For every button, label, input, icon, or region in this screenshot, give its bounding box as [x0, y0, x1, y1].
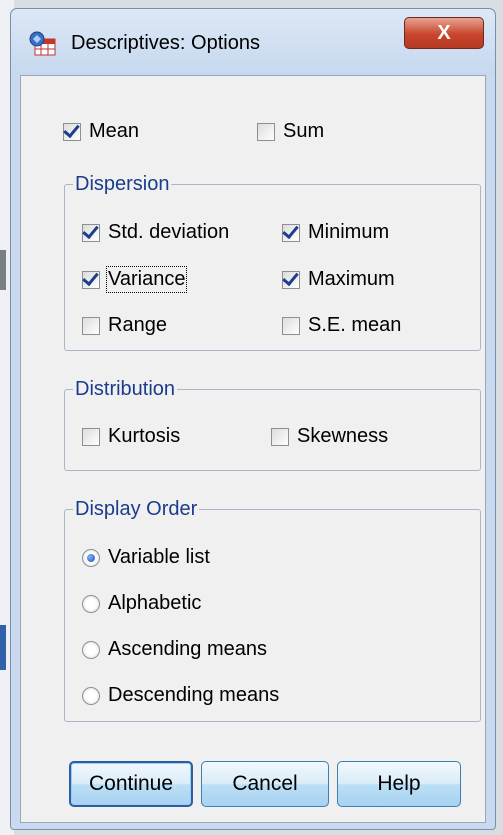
variable-list-label: Variable list: [108, 546, 210, 568]
checkbox-icon: [82, 270, 100, 289]
checkbox-icon: [257, 122, 275, 141]
minimum-checkbox[interactable]: Minimum: [282, 221, 389, 244]
std-deviation-checkbox[interactable]: Std. deviation: [82, 221, 229, 244]
help-button[interactable]: Help: [337, 761, 461, 807]
checkbox-icon: [82, 427, 100, 446]
background-mark: [0, 625, 6, 670]
spss-app-icon: [29, 31, 56, 56]
alphabetic-label: Alphabetic: [108, 592, 202, 614]
ascending-means-label: Ascending means: [108, 638, 267, 660]
checkbox-icon: [282, 270, 300, 289]
variance-checkbox[interactable]: Variance: [82, 266, 188, 293]
kurtosis-checkbox[interactable]: Kurtosis: [82, 425, 180, 448]
options-dialog: Descriptives: Options X Mean Sum Dispers…: [10, 8, 496, 830]
mean-checkbox[interactable]: Mean: [63, 120, 139, 143]
dispersion-title: Dispersion: [73, 173, 172, 196]
window-title: Descriptives: Options: [71, 32, 260, 54]
maximum-checkbox[interactable]: Maximum: [282, 268, 395, 291]
display-order-title: Display Order: [73, 498, 200, 521]
std-deviation-label: Std. deviation: [108, 221, 230, 243]
radio-variable-list[interactable]: Variable list: [82, 546, 210, 569]
background-mark: [0, 250, 6, 290]
sum-checkbox[interactable]: Sum: [257, 120, 324, 143]
se-mean-label: S.E. mean: [308, 314, 402, 336]
checkbox-icon: [82, 223, 100, 242]
radio-icon: [82, 686, 100, 705]
checkbox-icon: [82, 316, 100, 335]
descending-means-label: Descending means: [108, 684, 280, 706]
checkbox-icon: [63, 122, 81, 141]
radio-descending-means[interactable]: Descending means: [82, 684, 279, 707]
sum-label: Sum: [283, 120, 325, 142]
close-button[interactable]: X: [404, 17, 484, 49]
se-mean-checkbox[interactable]: S.E. mean: [282, 314, 401, 337]
dispersion-group: Dispersion Std. deviation Minimum Varian…: [64, 173, 481, 351]
radio-icon: [82, 640, 100, 659]
mean-label: Mean: [89, 120, 140, 142]
dialog-body: Mean Sum Dispersion Std. deviation Minim…: [20, 75, 486, 823]
radio-ascending-means[interactable]: Ascending means: [82, 638, 267, 661]
cancel-button[interactable]: Cancel: [201, 761, 329, 807]
range-label: Range: [108, 314, 167, 336]
range-checkbox[interactable]: Range: [82, 314, 167, 337]
maximum-label: Maximum: [308, 268, 395, 290]
variance-label: Variance: [105, 266, 188, 293]
close-icon: X: [437, 21, 451, 44]
distribution-group: Distribution Kurtosis Skewness: [64, 378, 481, 471]
radio-alphabetic[interactable]: Alphabetic: [82, 592, 201, 615]
display-order-group: Display Order Variable list Alphabetic A…: [64, 498, 481, 722]
checkbox-icon: [271, 427, 289, 446]
title-bar: Descriptives: Options X: [11, 9, 495, 75]
minimum-label: Minimum: [308, 221, 390, 243]
radio-icon: [82, 594, 100, 613]
skewness-checkbox[interactable]: Skewness: [271, 425, 388, 448]
distribution-title: Distribution: [73, 378, 178, 401]
checkbox-icon: [282, 223, 300, 242]
radio-icon: [82, 548, 100, 567]
skewness-label: Skewness: [297, 425, 389, 447]
kurtosis-label: Kurtosis: [108, 425, 181, 447]
checkbox-icon: [282, 316, 300, 335]
continue-button[interactable]: Continue: [69, 761, 193, 807]
